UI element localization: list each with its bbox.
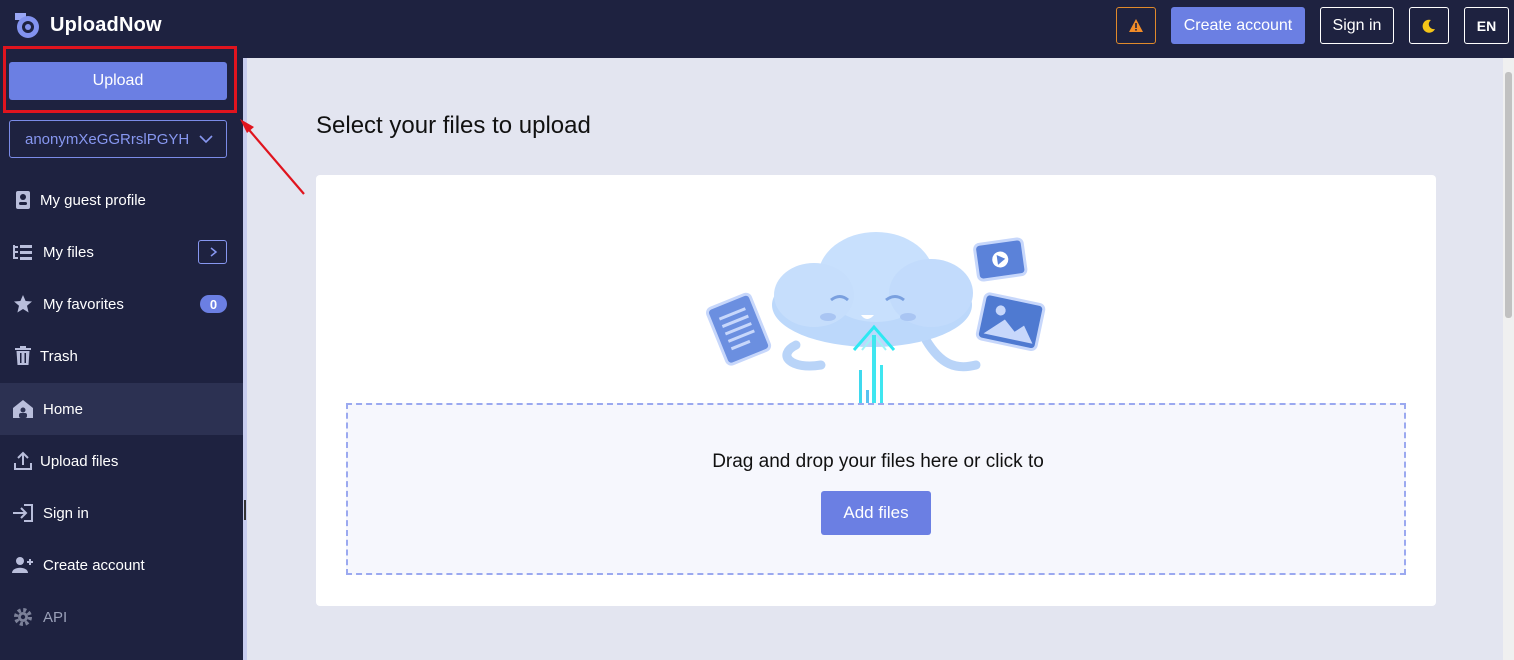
add-files-button[interactable]: Add files [821,491,931,535]
trash-icon [12,345,34,367]
sidebar-item-label: My favorites [43,295,124,313]
sidebar-item-label: My guest profile [40,191,146,209]
sidebar-item-my-files[interactable]: My files [0,226,243,278]
logo-icon [15,13,39,38]
sidebar-item-favorites[interactable]: My favorites 0 [0,278,243,330]
sign-in-button[interactable]: Sign in [1320,7,1394,44]
user-select[interactable]: anonymXeGGRrslPGYH [9,120,227,158]
highlight-box [3,46,237,113]
sidebar-item-api[interactable]: API [0,591,243,643]
sidebar-resize-handle[interactable] [244,500,246,520]
add-user-icon [12,554,34,576]
upload-card: Drag and drop your files here or click t… [316,175,1436,606]
sidebar-item-label: Create account [43,556,145,574]
sign-in-icon [12,502,34,524]
sidebar-item-home[interactable]: Home [0,383,243,435]
drop-zone[interactable]: Drag and drop your files here or click t… [346,403,1406,575]
warning-button[interactable] [1116,7,1156,44]
sidebar-item-label: Sign in [43,504,89,522]
logo[interactable]: UploadNow [12,10,162,40]
moon-icon [1422,19,1435,33]
tree-icon [12,241,34,263]
sidebar: Upload anonymXeGGRrslPGYH My guest profi… [0,58,243,660]
sidebar-item-trash[interactable]: Trash [0,330,243,382]
expand-button[interactable] [198,240,227,264]
sidebar-item-label: Upload files [40,452,119,470]
create-account-button[interactable]: Create account [1171,7,1305,44]
sidebar-item-guest-profile[interactable]: My guest profile [0,174,243,226]
sidebar-item-label: Home [43,400,84,418]
user-select-value: anonymXeGGRrslPGYH [25,130,190,148]
language-button[interactable]: EN [1464,7,1509,44]
chevron-right-icon [210,247,217,257]
sidebar-item-label: Trash [40,347,78,365]
upload-icon [12,450,34,472]
chevron-down-icon [199,135,213,144]
profile-icon [12,189,34,211]
app-name: UploadNow [50,13,162,36]
gear-icon [12,606,34,628]
sidebar-item-label: API [43,608,68,626]
warning-icon [1129,19,1143,32]
page-scrollbar[interactable] [1503,58,1514,660]
theme-toggle-button[interactable] [1409,7,1449,44]
sidebar-item-upload-files[interactable]: Upload files [0,435,243,487]
star-icon [12,293,34,315]
annotation-arrow [240,119,305,195]
drop-instructions: Drag and drop your files here or click t… [712,451,1044,472]
page-title: Select your files to upload [316,112,591,139]
favorites-count-badge: 0 [200,295,227,313]
home-icon [12,398,34,420]
sidebar-item-label: My files [43,243,94,261]
sidebar-item-create-account[interactable]: Create account [0,539,243,591]
scrollbar-thumb[interactable] [1505,72,1512,318]
sidebar-item-sign-in[interactable]: Sign in [0,487,243,539]
